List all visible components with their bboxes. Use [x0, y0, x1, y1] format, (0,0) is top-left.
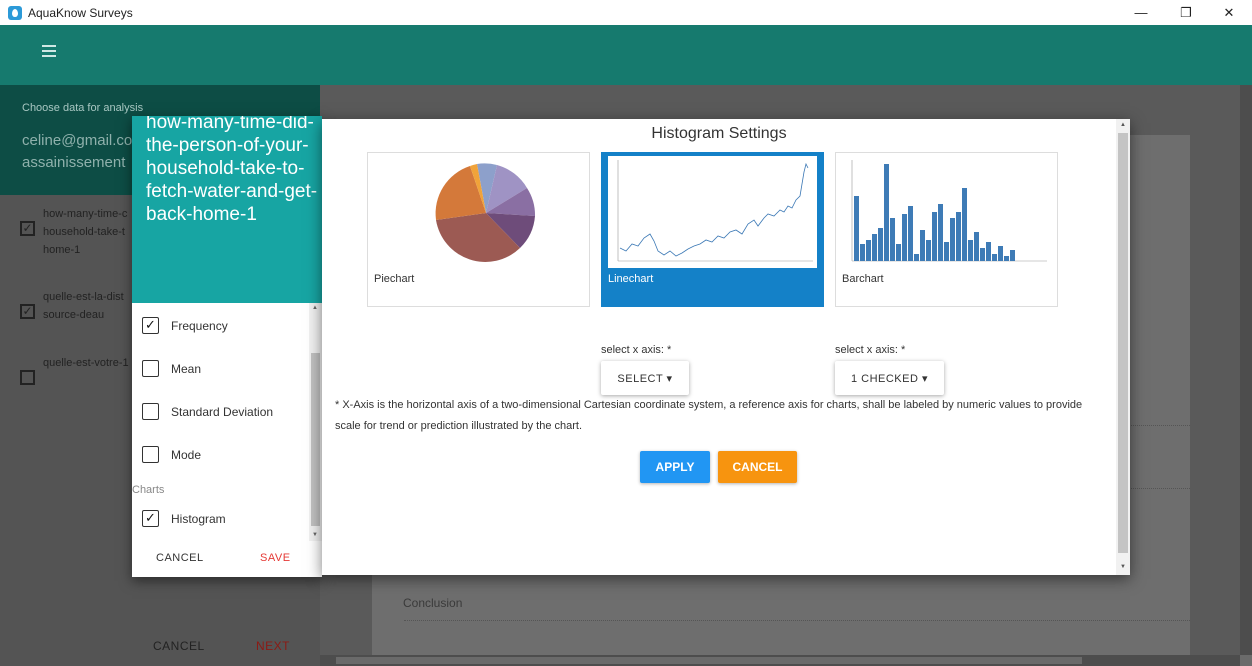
- question-checkbox[interactable]: ✓: [20, 304, 35, 319]
- stats-dialog-header: how-many-time-did-the-person-of-your-hou…: [132, 116, 322, 303]
- question-checkbox[interactable]: [20, 370, 35, 385]
- stats-save-button[interactable]: SAVE: [260, 552, 291, 564]
- close-button[interactable]: ✕: [1206, 0, 1252, 25]
- dialog-title: Histogram Settings: [651, 125, 787, 142]
- choose-data-label: Choose data for analysis: [22, 102, 144, 114]
- scrollbar-thumb[interactable]: [336, 657, 1082, 664]
- option-standard-deviation[interactable]: Standard Deviation: [142, 403, 273, 420]
- charts-section-label: Charts: [132, 484, 165, 496]
- window-titlebar: AquaKnow Surveys — ❐ ✕: [0, 0, 1252, 25]
- sidebar-next-button[interactable]: NEXT: [256, 639, 290, 653]
- sidebar-question-item[interactable]: ✓ quelle-est-la-dist source-deau: [20, 288, 133, 324]
- mode-checkbox[interactable]: [142, 446, 159, 463]
- scrollbar-thumb[interactable]: [311, 353, 320, 526]
- page-horizontal-scrollbar[interactable]: [320, 655, 1240, 666]
- x-axis-label-2: select x axis: *: [835, 344, 906, 356]
- mean-checkbox[interactable]: [142, 360, 159, 377]
- x-axis-label-1: select x axis: *: [601, 344, 672, 356]
- question-label: how-many-time-c household-take-t home-1: [43, 208, 128, 256]
- standard-deviation-label: Standard Deviation: [171, 404, 274, 419]
- app-drop-icon: [8, 5, 22, 20]
- option-histogram[interactable]: ✓ Histogram: [142, 510, 226, 527]
- cancel-button[interactable]: CANCEL: [718, 451, 797, 483]
- scrollbar-thumb[interactable]: [1118, 133, 1128, 553]
- barchart-thumbnail-icon: [842, 156, 1051, 268]
- restore-button[interactable]: ❐: [1163, 0, 1209, 25]
- scroll-down-arrow-icon[interactable]: ▼: [312, 532, 318, 538]
- stats-cancel-button[interactable]: CANCEL: [156, 552, 204, 564]
- x-axis-select-dropdown[interactable]: SELECT ▾: [601, 361, 689, 395]
- option-mean[interactable]: Mean: [142, 360, 201, 377]
- frequency-checkbox[interactable]: ✓: [142, 317, 159, 334]
- stats-scrollbar[interactable]: ▲ ▼: [309, 303, 322, 541]
- question-title: how-many-time-did-the-person-of-your-hou…: [146, 116, 318, 225]
- sidebar-question-item[interactable]: quelle-est-votre-1: [20, 354, 133, 385]
- scroll-up-arrow-icon[interactable]: ▲: [1120, 122, 1126, 128]
- scroll-down-arrow-icon[interactable]: ▼: [1120, 564, 1126, 570]
- mode-label: Mode: [171, 447, 202, 462]
- question-checkbox[interactable]: ✓: [20, 221, 35, 236]
- piechart-thumbnail-icon: [374, 156, 583, 268]
- chart-type-barchart[interactable]: Barchart: [835, 152, 1058, 307]
- apply-button[interactable]: APPLY: [640, 451, 710, 483]
- standard-deviation-checkbox[interactable]: [142, 403, 159, 420]
- x-axis-help-note: * X-Axis is the horizontal axis of a two…: [335, 399, 1083, 432]
- divider: [404, 620, 1190, 621]
- sidebar-cancel-button[interactable]: CANCEL: [153, 639, 205, 653]
- stats-dialog-footer: CANCEL SAVE: [132, 541, 322, 577]
- question-label: quelle-est-votre-1: [43, 357, 129, 369]
- piechart-label: Piechart: [374, 273, 415, 285]
- dialog-scrollbar[interactable]: ▲ ▼: [1116, 119, 1130, 575]
- menu-icon[interactable]: [42, 45, 56, 57]
- minimize-button[interactable]: —: [1118, 0, 1164, 25]
- window-title: AquaKnow Surveys: [28, 5, 133, 20]
- chart-type-piechart[interactable]: Piechart: [367, 152, 590, 307]
- statistics-dialog: how-many-time-did-the-person-of-your-hou…: [132, 116, 322, 577]
- page-vertical-scrollbar[interactable]: [1240, 85, 1252, 655]
- sidebar-question-item[interactable]: ✓ how-many-time-c household-take-t home-…: [20, 205, 133, 259]
- question-label: quelle-est-la-dist source-deau: [43, 291, 124, 321]
- linechart-thumbnail-icon: [608, 156, 817, 268]
- mean-label: Mean: [171, 361, 202, 376]
- linechart-label: Linechart: [608, 273, 654, 285]
- conclusion-heading: Conclusion: [403, 596, 463, 610]
- histogram-label: Histogram: [171, 511, 226, 526]
- app-header: [0, 25, 1252, 85]
- frequency-label: Frequency: [171, 318, 228, 333]
- histogram-checkbox[interactable]: ✓: [142, 510, 159, 527]
- chart-type-linechart[interactable]: Linechart: [601, 152, 824, 307]
- option-frequency[interactable]: ✓ Frequency: [142, 317, 228, 334]
- x-axis-checked-dropdown[interactable]: 1 CHECKED ▾: [835, 361, 944, 395]
- stats-options-list: ✓ Frequency Mean Standard Deviation Mode…: [132, 303, 322, 541]
- barchart-label: Barchart: [842, 273, 884, 285]
- option-mode[interactable]: Mode: [142, 446, 201, 463]
- histogram-settings-dialog: Histogram Settings Piechart Linechart Ba…: [322, 119, 1130, 575]
- scroll-up-arrow-icon[interactable]: ▲: [312, 305, 318, 311]
